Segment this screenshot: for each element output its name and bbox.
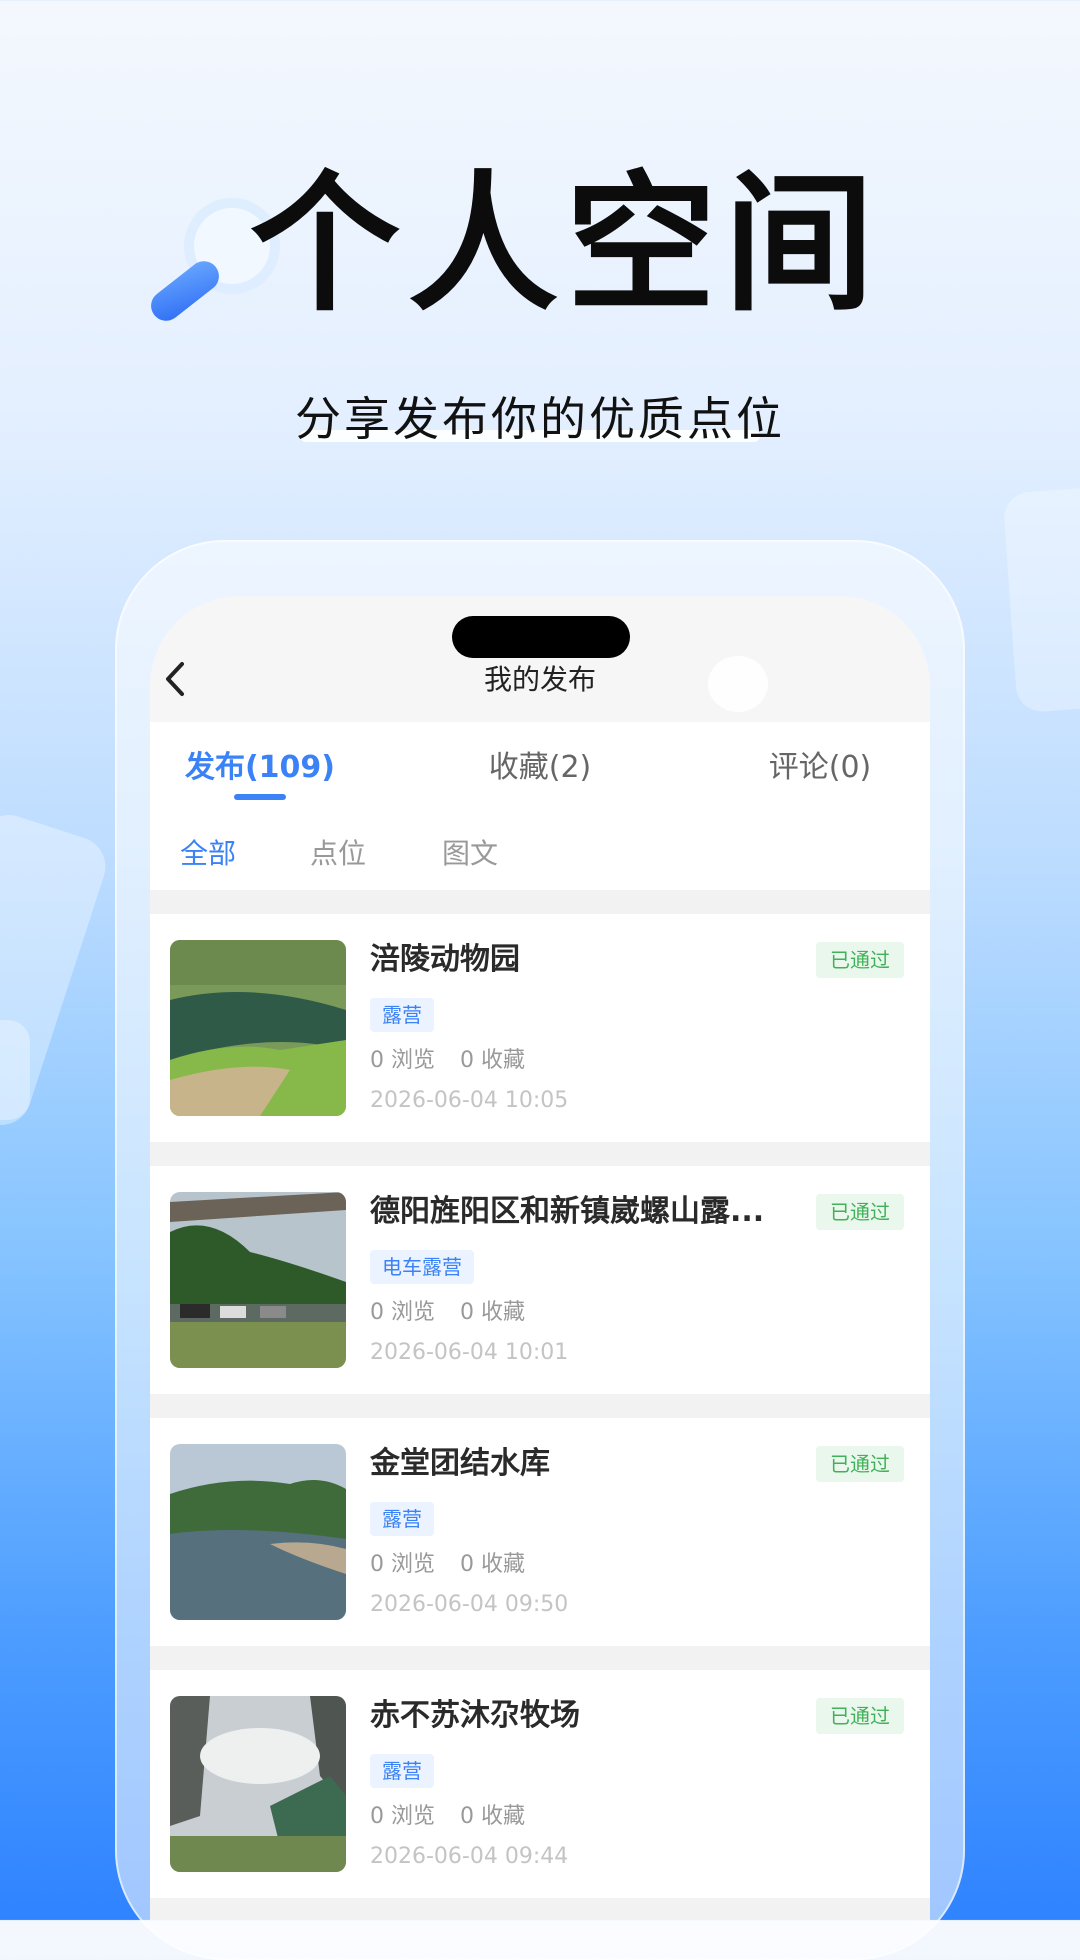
post-thumbnail (170, 1192, 346, 1368)
post-stats: 0 浏览 0 收藏 (370, 1044, 543, 1078)
page-headline: 个人空间 (250, 158, 883, 332)
post-card[interactable]: 德阳旌阳区和新镇崴螺山露... 电车露营 0 浏览 0 收藏 2026-06-0… (150, 1166, 930, 1394)
post-date: 2026-06-04 10:01 (370, 1340, 569, 1365)
nav-glow (708, 656, 768, 712)
post-tag: 露营 (370, 1502, 434, 1536)
views-count: 0 浏览 (370, 1804, 435, 1829)
tab-comments[interactable]: 评论(0) (730, 722, 910, 818)
status-badge: 已通过 (816, 1698, 904, 1734)
post-title: 金堂团结水库 (370, 1446, 550, 1481)
filter-bar: 全部 点位 图文 (150, 818, 930, 890)
post-stats: 0 浏览 0 收藏 (370, 1296, 543, 1330)
filter-spots[interactable]: 点位 (310, 818, 366, 890)
post-tag: 电车露营 (370, 1250, 474, 1284)
phone-screen: 我的发布 发布(109) 收藏(2) 评论(0) 全部 点位 图文 涪陵动物园 … (150, 596, 930, 1920)
views-count: 0 浏览 (370, 1048, 435, 1073)
favorites-count: 0 收藏 (460, 1552, 525, 1577)
post-stats: 0 浏览 0 收藏 (370, 1800, 543, 1834)
post-card[interactable]: 赤不苏沐尕牧场 露营 0 浏览 0 收藏 2026-06-04 09:44 已通… (150, 1670, 930, 1898)
filter-posts[interactable]: 图文 (442, 818, 498, 890)
status-badge: 已通过 (816, 1194, 904, 1230)
status-badge: 已通过 (816, 1446, 904, 1482)
decor-puzzle-right (1002, 486, 1080, 714)
post-thumbnail (170, 1696, 346, 1872)
active-tab-indicator (234, 794, 286, 800)
nav-bar: 我的发布 (150, 596, 930, 722)
post-stats: 0 浏览 0 收藏 (370, 1548, 543, 1582)
filter-all[interactable]: 全部 (180, 818, 236, 890)
post-card[interactable]: 涪陵动物园 露营 0 浏览 0 收藏 2026-06-04 10:05 已通过 (150, 914, 930, 1142)
nav-title: 我的发布 (483, 663, 596, 696)
status-badge: 已通过 (816, 942, 904, 978)
page-subtitle: 分享发布你的优质点位 (295, 392, 785, 446)
decor-puzzle-left-small (0, 1020, 30, 1120)
views-count: 0 浏览 (370, 1300, 435, 1325)
post-tag: 露营 (370, 1754, 434, 1788)
favorites-count: 0 收藏 (460, 1804, 525, 1829)
post-thumbnail (170, 1444, 346, 1620)
favorites-count: 0 收藏 (460, 1048, 525, 1073)
post-thumbnail (170, 940, 346, 1116)
views-count: 0 浏览 (370, 1552, 435, 1577)
tab-published[interactable]: 发布(109) (170, 722, 350, 818)
post-title: 涪陵动物园 (370, 942, 520, 977)
post-tag: 露营 (370, 998, 434, 1032)
tab-favorites[interactable]: 收藏(2) (450, 722, 630, 818)
post-date: 2026-06-04 09:50 (370, 1592, 569, 1617)
post-title: 赤不苏沐尕牧场 (370, 1698, 580, 1733)
tab-bar: 发布(109) 收藏(2) 评论(0) (150, 722, 930, 819)
favorites-count: 0 收藏 (460, 1300, 525, 1325)
post-date: 2026-06-04 10:05 (370, 1088, 569, 1113)
post-title: 德阳旌阳区和新镇崴螺山露... (370, 1194, 765, 1229)
post-date: 2026-06-04 09:44 (370, 1844, 569, 1869)
post-card[interactable]: 金堂团结水库 露营 0 浏览 0 收藏 2026-06-04 09:50 已通过 (150, 1418, 930, 1646)
dynamic-island (452, 616, 630, 658)
